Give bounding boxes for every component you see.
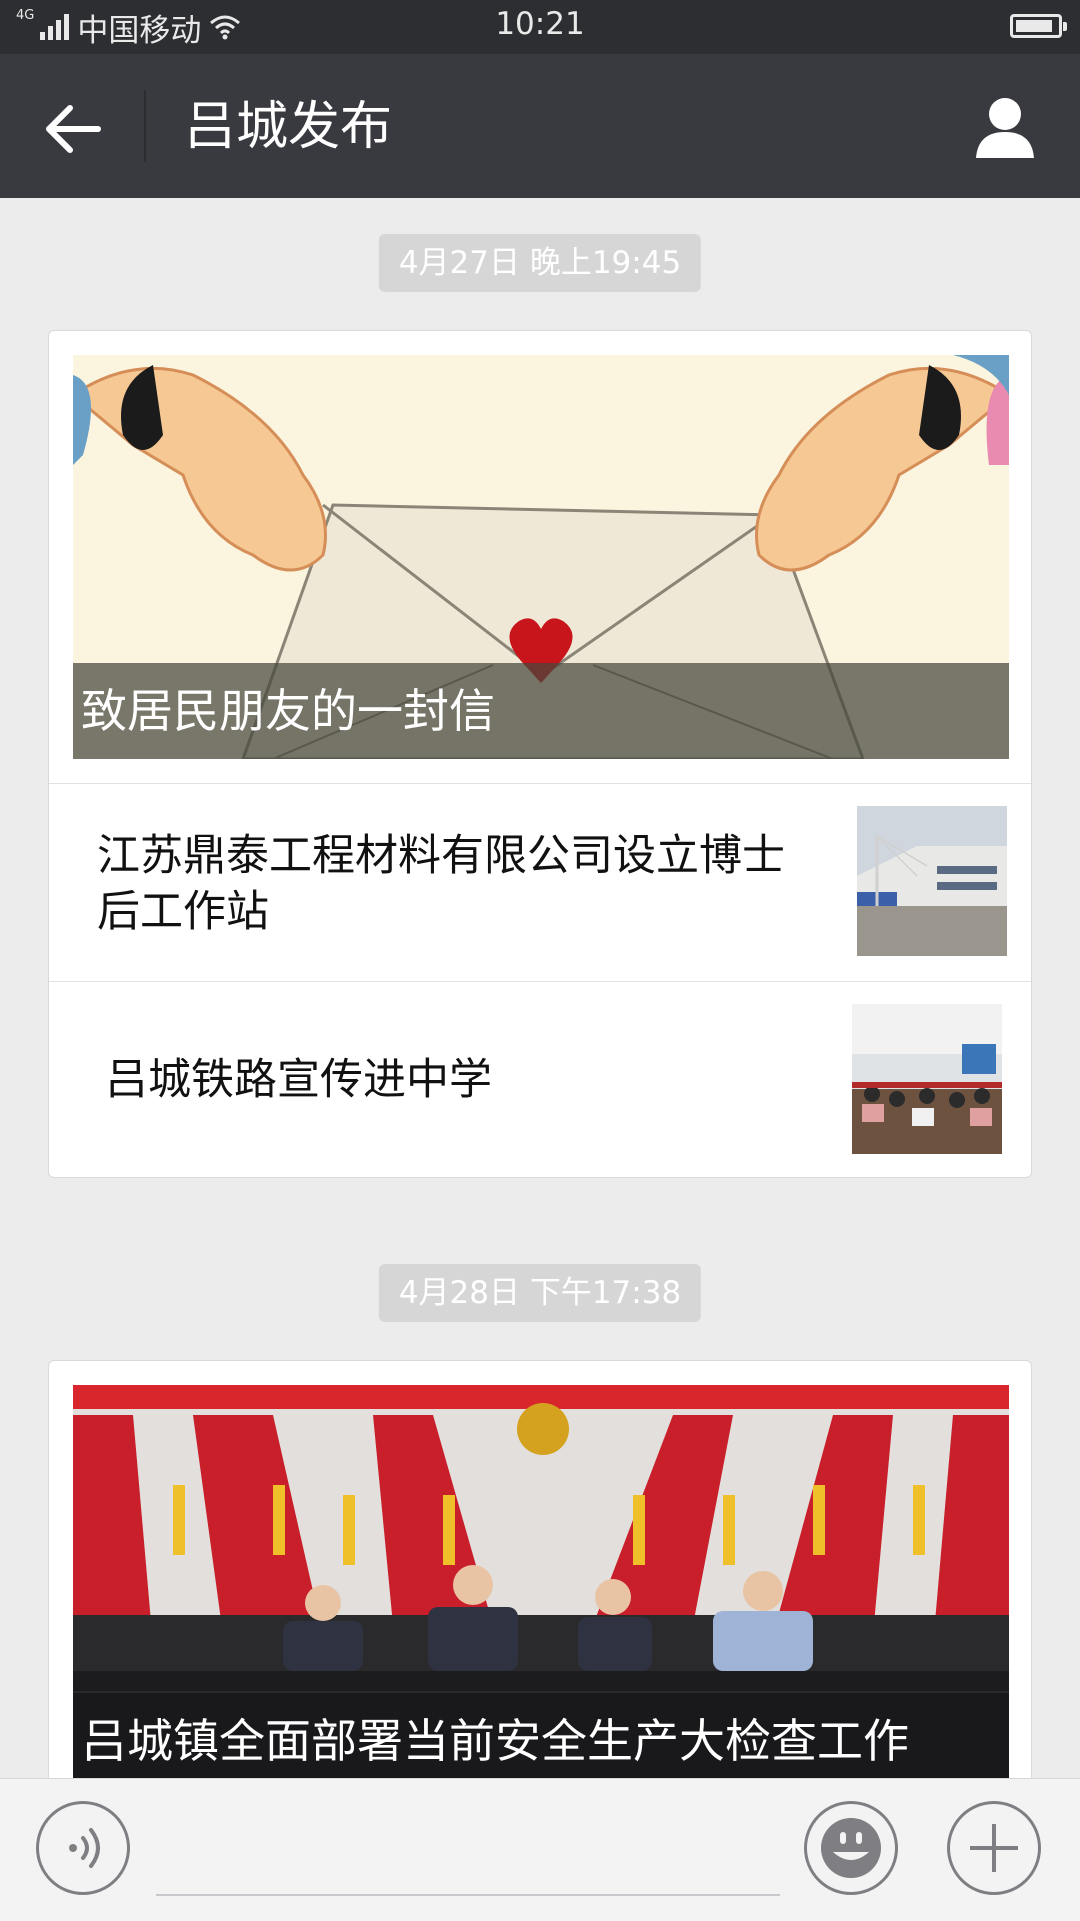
status-bar: 4G 中国移动 10:21	[0, 0, 1080, 54]
plus-icon	[970, 1824, 1018, 1872]
emoji-button[interactable]	[804, 1801, 898, 1895]
cover-title: 致居民朋友的一封信	[73, 663, 1009, 759]
battery-level	[1016, 20, 1052, 32]
article-card: 吕城镇全面部署当前安全生产大检查工作	[48, 1360, 1032, 1820]
emoji-icon	[821, 1818, 881, 1878]
voice-icon	[69, 1828, 100, 1868]
message-input[interactable]	[156, 1894, 780, 1896]
article-list-item[interactable]: 吕城铁路宣传进中学	[49, 981, 1031, 1177]
cover-article[interactable]: 致居民朋友的一封信	[73, 355, 1009, 759]
arrow-left-icon	[46, 105, 101, 153]
back-button[interactable]	[38, 94, 108, 164]
nav-divider	[144, 90, 146, 162]
classroom-photo	[852, 1004, 1002, 1154]
article-title: 江苏鼎泰工程材料有限公司设立博士后工作站	[97, 831, 785, 937]
article-thumbnail	[857, 806, 1007, 956]
cover-article[interactable]: 吕城镇全面部署当前安全生产大检查工作	[73, 1385, 1009, 1789]
article-thumbnail	[852, 1004, 1002, 1154]
article-list-item[interactable]: 江苏鼎泰工程材料有限公司设立博士后工作站	[49, 783, 1031, 982]
voice-button[interactable]	[36, 1801, 130, 1895]
more-button[interactable]	[947, 1801, 1041, 1895]
message-timestamp: 4月28日 下午17:38	[378, 1264, 702, 1322]
nav-bar: 吕城发布	[0, 54, 1080, 198]
factory-building-photo	[857, 806, 1007, 956]
profile-button[interactable]	[970, 92, 1040, 162]
clock: 10:21	[495, 6, 585, 42]
cover-title: 吕城镇全面部署当前安全生产大检查工作	[73, 1693, 1009, 1789]
page-title: 吕城发布	[184, 97, 393, 157]
article-title: 吕城铁路宣传进中学	[105, 1055, 492, 1105]
person-icon	[976, 98, 1034, 158]
message-timestamp: 4月27日 晚上19:45	[378, 234, 702, 292]
input-bar	[0, 1778, 1080, 1921]
battery-icon	[1010, 14, 1067, 38]
article-card: 致居民朋友的一封信 江苏鼎泰工程材料有限公司设立博士后工作站 吕城铁路宣传进中学	[48, 330, 1032, 1178]
